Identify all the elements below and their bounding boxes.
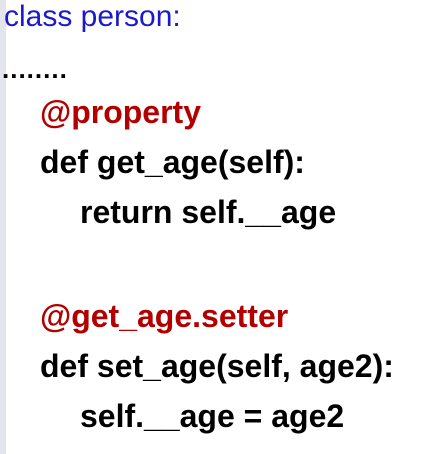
setter-decorator: @get_age.setter xyxy=(40,298,289,334)
getter-return-statement: return self.__age xyxy=(80,194,337,230)
setter-definition: def set_age(self, age2): xyxy=(40,348,394,384)
class-declaration: class person: xyxy=(4,0,181,33)
setter-assignment-statement: self.__age = age2 xyxy=(80,398,345,434)
ellipsis-line: ........ xyxy=(2,54,68,84)
getter-definition: def get_age(self): xyxy=(40,144,305,180)
property-decorator: @property xyxy=(40,94,201,130)
code-slide: class person: ........ @property def get… xyxy=(0,0,440,454)
